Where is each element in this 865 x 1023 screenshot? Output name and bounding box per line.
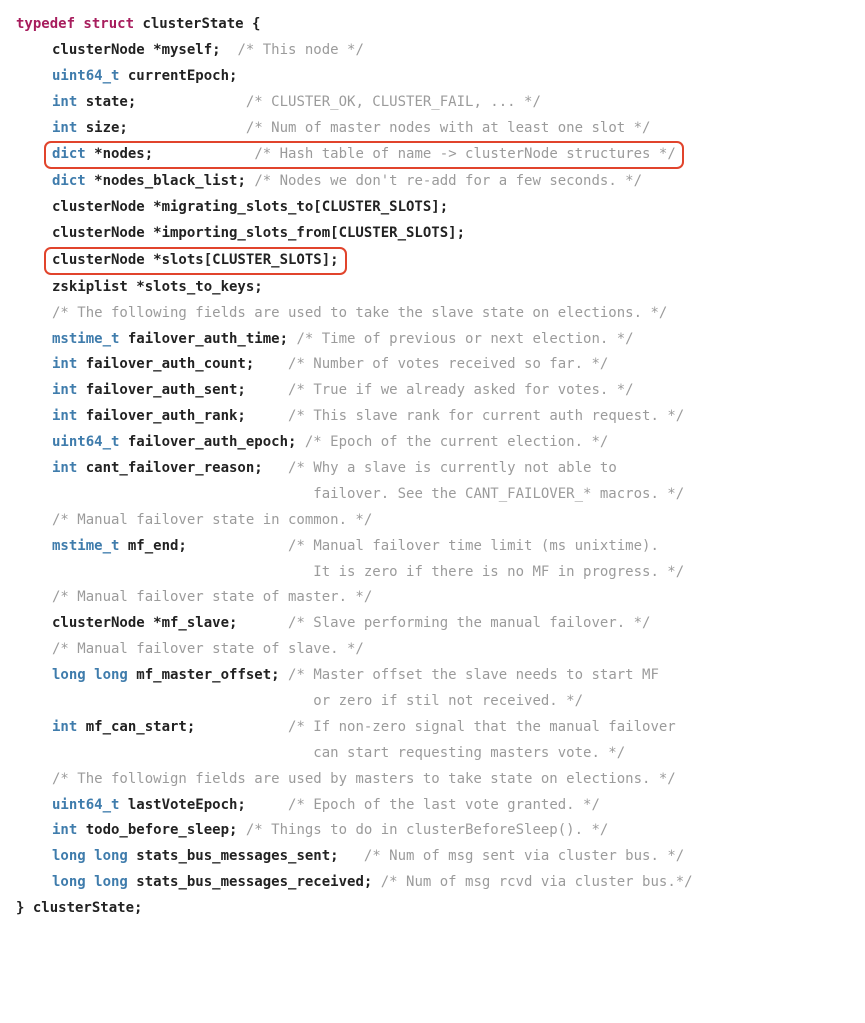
code-line: dict *nodes_black_list; /* Nodes we don'… [16, 169, 849, 195]
code-line: int mf_can_start; /* If non-zero signal … [16, 715, 849, 741]
code-block: typedef struct clusterState { clusterNod… [16, 12, 849, 922]
code-line: uint64_t failover_auth_epoch; /* Epoch o… [16, 430, 849, 456]
code-line: can start requesting masters vote. */ [16, 741, 849, 767]
code-line: clusterNode *mf_slave; /* Slave performi… [16, 611, 849, 637]
code-line: zskiplist *slots_to_keys; [16, 275, 849, 301]
code-line: int state; /* CLUSTER_OK, CLUSTER_FAIL, … [16, 90, 849, 116]
code-line: uint64_t currentEpoch; [16, 64, 849, 90]
code-line: int size; /* Num of master nodes with at… [16, 116, 849, 142]
highlight-nodes: dict *nodes; /* Hash table of name -> cl… [44, 141, 684, 169]
code-line: mstime_t mf_end; /* Manual failover time… [16, 534, 849, 560]
code-line: mstime_t failover_auth_time; /* Time of … [16, 327, 849, 353]
code-line: failover. See the CANT_FAILOVER_* macros… [16, 482, 849, 508]
code-line: /* Manual failover state in common. */ [16, 508, 849, 534]
code-line-highlighted: dict *nodes; /* Hash table of name -> cl… [16, 141, 849, 169]
code-line: /* Manual failover state of slave. */ [16, 637, 849, 663]
code-line: clusterNode *importing_slots_from[CLUSTE… [16, 221, 849, 247]
code-line: int todo_before_sleep; /* Things to do i… [16, 818, 849, 844]
code-line: long long mf_master_offset; /* Master of… [16, 663, 849, 689]
code-line: int failover_auth_rank; /* This slave ra… [16, 404, 849, 430]
highlight-slots: clusterNode *slots[CLUSTER_SLOTS]; [44, 247, 347, 275]
code-line: /* The followign fields are used by mast… [16, 767, 849, 793]
code-line: int failover_auth_count; /* Number of vo… [16, 352, 849, 378]
code-line: } clusterState; [16, 896, 849, 922]
code-line: long long stats_bus_messages_sent; /* Nu… [16, 844, 849, 870]
code-line: /* The following fields are used to take… [16, 301, 849, 327]
code-line: typedef struct clusterState { [16, 12, 849, 38]
code-line: or zero if stil not received. */ [16, 689, 849, 715]
code-line: /* Manual failover state of master. */ [16, 585, 849, 611]
code-line-highlighted: clusterNode *slots[CLUSTER_SLOTS]; [16, 247, 849, 275]
code-line: int failover_auth_sent; /* True if we al… [16, 378, 849, 404]
code-line: It is zero if there is no MF in progress… [16, 560, 849, 586]
code-line: int cant_failover_reason; /* Why a slave… [16, 456, 849, 482]
code-line: long long stats_bus_messages_received; /… [16, 870, 849, 896]
code-line: uint64_t lastVoteEpoch; /* Epoch of the … [16, 793, 849, 819]
code-line: clusterNode *myself; /* This node */ [16, 38, 849, 64]
code-line: clusterNode *migrating_slots_to[CLUSTER_… [16, 195, 849, 221]
